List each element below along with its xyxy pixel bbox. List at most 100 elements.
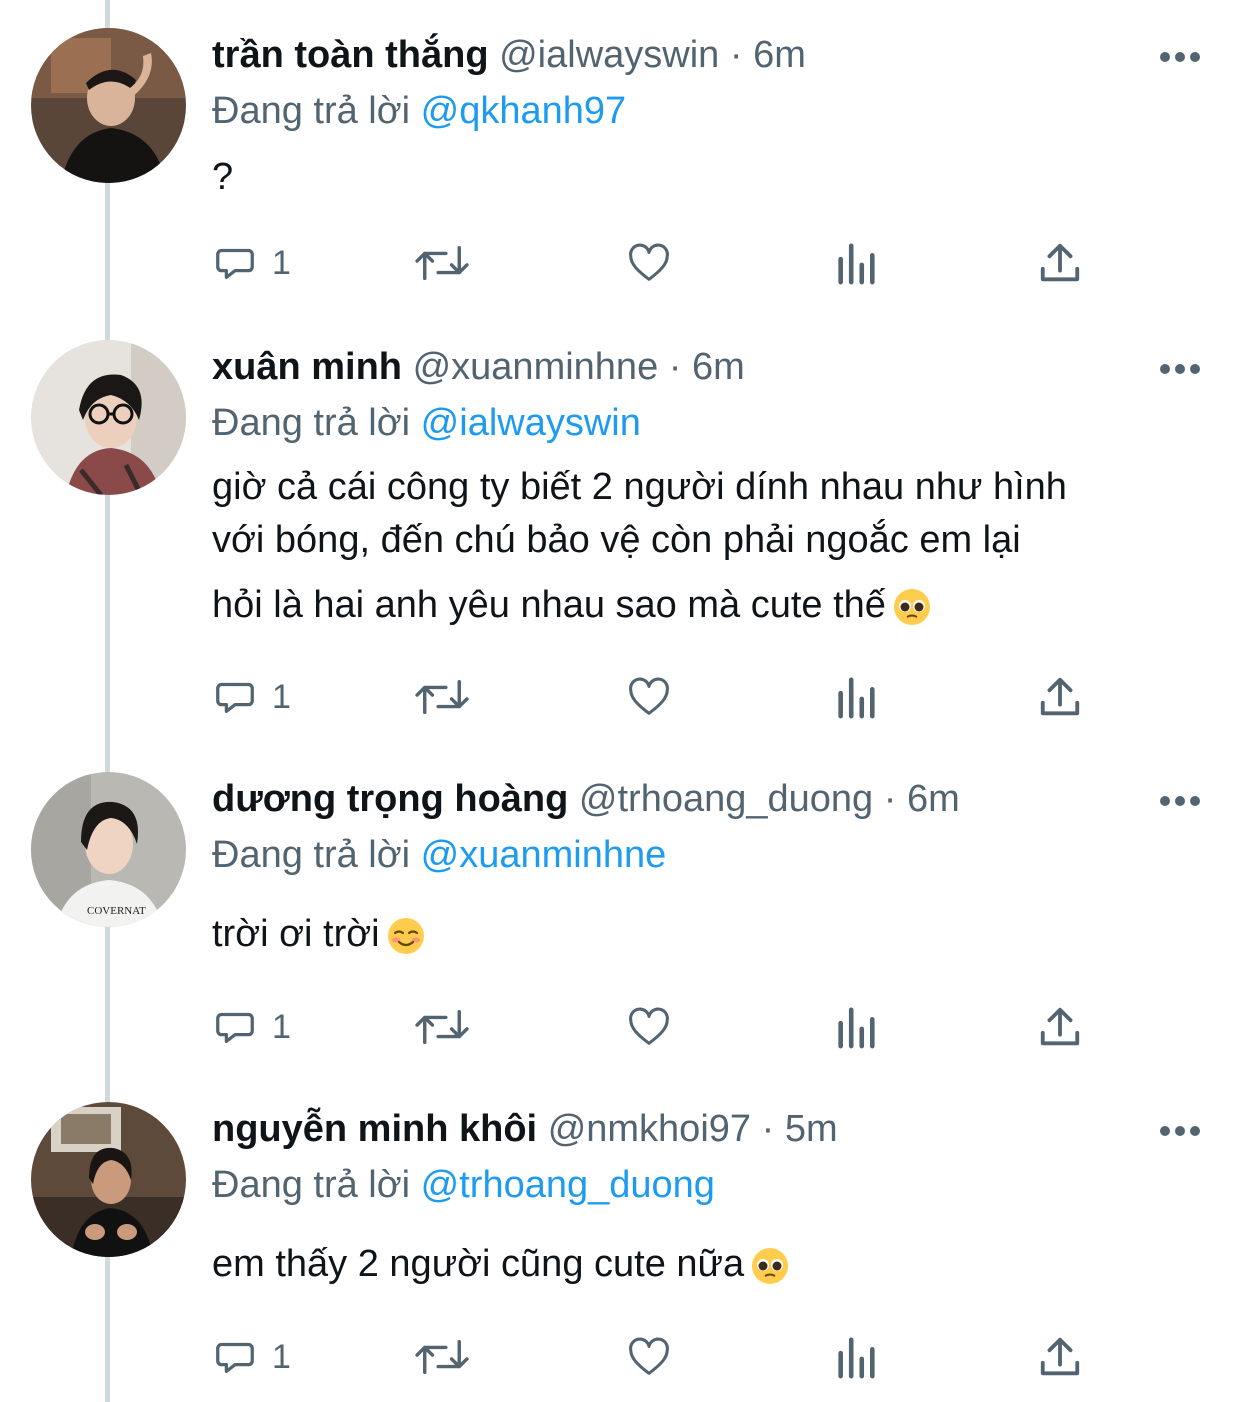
more-icon[interactable]: [1158, 1124, 1202, 1138]
user-handle[interactable]: @trhoang_duong: [579, 778, 873, 820]
pleading-face-emoji: [752, 1247, 789, 1284]
retweet-icon: [415, 679, 469, 715]
reply-button[interactable]: 1: [212, 238, 291, 288]
tweet-text-line: hỏi là hai anh yêu nhau sao mà cute thế: [212, 584, 886, 626]
mention-link[interactable]: @qkhanh97: [421, 90, 627, 132]
replying-label: Đang trả lời: [212, 834, 411, 876]
display-name[interactable]: xuân minh: [212, 346, 402, 388]
tweet-text-line: em thấy 2 người cũng cute nữa: [212, 1243, 745, 1285]
analytics-button[interactable]: [834, 1002, 878, 1052]
share-button[interactable]: [1038, 1332, 1082, 1382]
share-button[interactable]: [1038, 1002, 1082, 1052]
like-button[interactable]: [624, 1332, 674, 1382]
timestamp[interactable]: 5m: [785, 1108, 838, 1150]
action-bar: 1: [212, 1332, 1112, 1382]
like-icon: [629, 243, 669, 281]
reply-count: 1: [272, 243, 291, 282]
separator: ·: [761, 1108, 775, 1150]
reply-icon: [216, 1342, 254, 1374]
user-handle[interactable]: @xuanminhne: [413, 346, 659, 388]
analytics-icon: [838, 1007, 875, 1049]
tweet-text: giờ cả cái công ty biết 2 người dính nha…: [212, 460, 1212, 633]
avatar[interactable]: [31, 28, 186, 183]
analytics-button[interactable]: [834, 672, 878, 722]
reply-button[interactable]: 1: [212, 1332, 291, 1382]
replying-label: Đang trả lời: [212, 90, 411, 132]
retweet-icon: [415, 245, 469, 281]
svg-text:COVERNAT: COVERNAT: [87, 905, 146, 917]
replying-to: Đang trả lời @qkhanh97: [212, 86, 626, 136]
timestamp[interactable]: 6m: [907, 778, 960, 820]
display-name[interactable]: dương trọng hoàng: [212, 778, 568, 820]
analytics-icon: [838, 677, 875, 719]
share-icon: [1040, 1337, 1080, 1376]
mention-link[interactable]: @ialwayswin: [421, 402, 641, 444]
reply-count: 1: [272, 1337, 291, 1376]
like-button[interactable]: [624, 672, 674, 722]
action-bar: 1: [212, 1002, 1112, 1052]
tweet-text-line: giờ cả cái công ty biết 2 người dính nha…: [212, 466, 1067, 508]
tweet-text-line: hỏi là hai anh yêu nhau sao mà cute thế: [212, 578, 1212, 633]
timestamp[interactable]: 6m: [692, 346, 745, 388]
tweet-text-line: với bóng, đến chú bảo vệ còn phải ngoắc …: [212, 519, 1021, 561]
share-button[interactable]: [1038, 672, 1082, 722]
reply-button[interactable]: 1: [212, 672, 291, 722]
like-icon: [629, 1337, 669, 1375]
share-button[interactable]: [1038, 238, 1082, 288]
replying-to: Đang trả lời @ialwayswin: [212, 398, 641, 448]
tweet-text: em thấy 2 người cũng cute nữa: [212, 1237, 1212, 1292]
like-icon: [629, 1007, 669, 1045]
timestamp[interactable]: 6m: [753, 34, 806, 76]
user-handle[interactable]: @nmkhoi97: [548, 1108, 751, 1150]
retweet-button[interactable]: [412, 1002, 472, 1052]
analytics-icon: [838, 243, 875, 285]
mention-link[interactable]: @xuanminhne: [421, 834, 667, 876]
share-icon: [1040, 243, 1080, 282]
user-handle[interactable]: @ialwayswin: [499, 34, 719, 76]
tweet-header: trần toàn thắng @ialwayswin · 6m: [212, 30, 806, 80]
analytics-button[interactable]: [834, 238, 878, 288]
avatar[interactable]: [31, 340, 186, 495]
like-button[interactable]: [624, 1002, 674, 1052]
tweet-text: ?: [212, 150, 1212, 205]
tweet-text-line: trời ơi trời: [212, 913, 380, 955]
more-icon[interactable]: [1158, 794, 1202, 808]
tweet-text-line: em thấy 2 người cũng cute nữa: [212, 1237, 1212, 1292]
reply-icon: [216, 248, 254, 280]
reply-count: 1: [272, 677, 291, 716]
display-name[interactable]: trần toàn thắng: [212, 34, 489, 76]
action-bar: 1: [212, 238, 1112, 288]
like-icon: [629, 677, 669, 715]
retweet-icon: [415, 1339, 469, 1375]
smiling-face-emoji: [387, 917, 424, 954]
separator: ·: [883, 778, 897, 820]
more-icon[interactable]: [1158, 362, 1202, 376]
more-icon[interactable]: [1158, 50, 1202, 64]
tweet-text: trời ơi trời: [212, 907, 1212, 962]
avatar[interactable]: [31, 1102, 186, 1257]
tweet-text-line: ?: [212, 156, 234, 198]
share-icon: [1040, 677, 1080, 716]
replying-to: Đang trả lời @trhoang_duong: [212, 1160, 715, 1210]
analytics-button[interactable]: [834, 1332, 878, 1382]
reply-icon: [216, 1012, 254, 1044]
action-bar: 1: [212, 672, 1112, 722]
tweet-text-line: trời ơi trời: [212, 907, 1212, 962]
replying-label: Đang trả lời: [212, 1164, 411, 1206]
like-button[interactable]: [624, 238, 674, 288]
pleading-face-emoji: [893, 588, 930, 625]
replying-label: Đang trả lời: [212, 402, 411, 444]
share-icon: [1040, 1007, 1080, 1046]
retweet-icon: [415, 1009, 469, 1045]
mention-link[interactable]: @trhoang_duong: [421, 1164, 715, 1206]
tweet-header: dương trọng hoàng @trhoang_duong · 6m: [212, 774, 960, 824]
retweet-button[interactable]: [412, 238, 472, 288]
avatar[interactable]: COVERNAT: [31, 772, 186, 927]
reply-button[interactable]: 1: [212, 1002, 291, 1052]
retweet-button[interactable]: [412, 1332, 472, 1382]
retweet-button[interactable]: [412, 672, 472, 722]
tweet-header: nguyễn minh khôi @nmkhoi97 · 5m: [212, 1104, 838, 1154]
separator: ·: [668, 346, 682, 388]
display-name[interactable]: nguyễn minh khôi: [212, 1108, 537, 1150]
replying-to: Đang trả lời @xuanminhne: [212, 830, 666, 880]
